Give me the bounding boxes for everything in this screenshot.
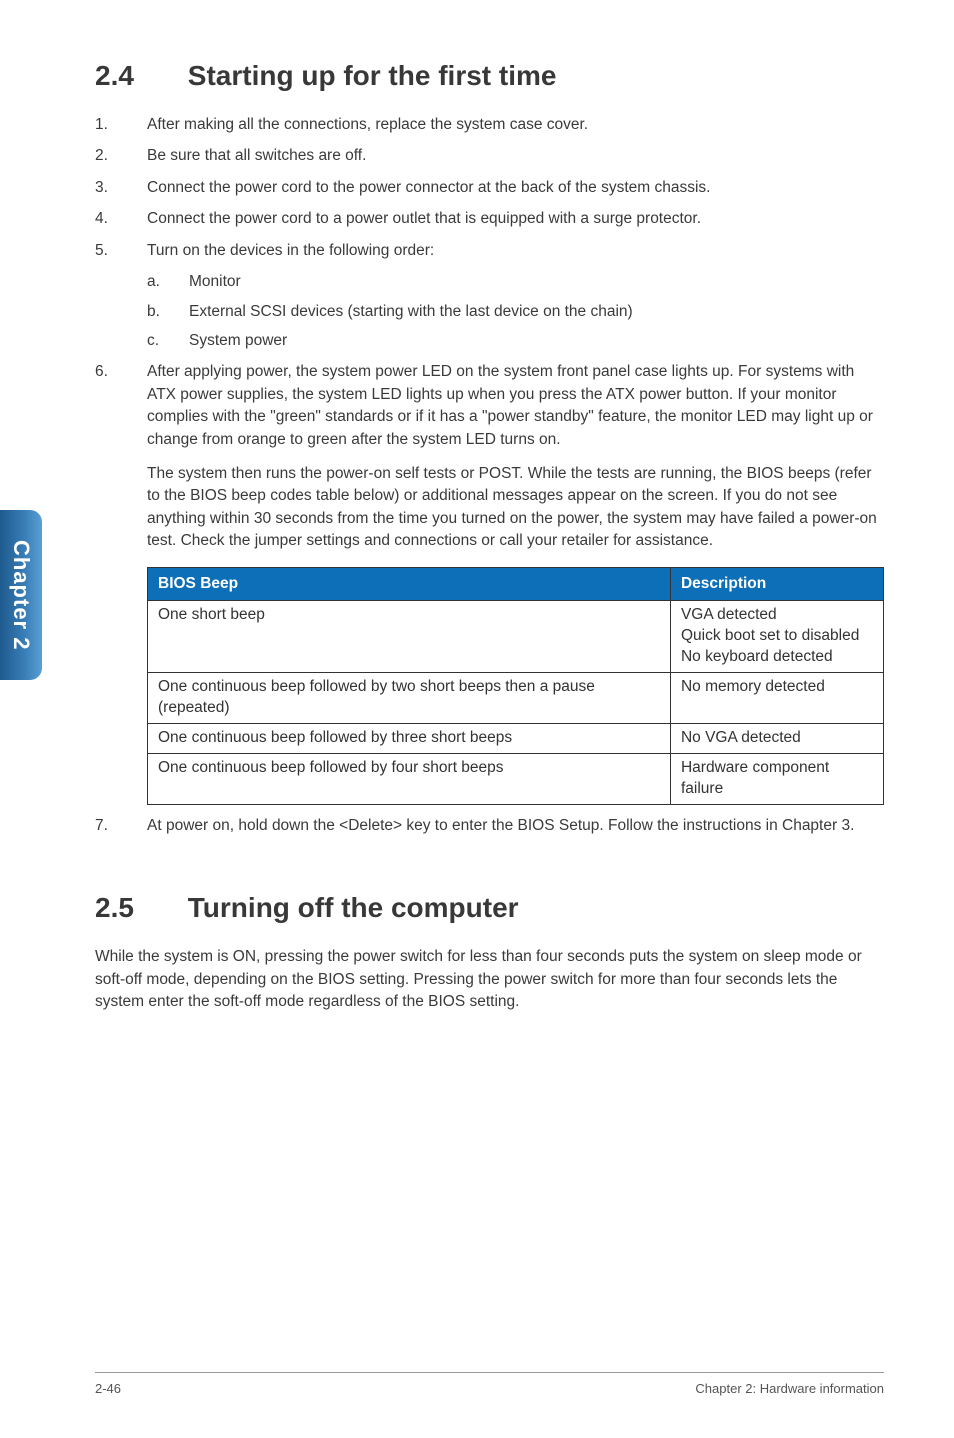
step-text: After making all the connections, replac… bbox=[147, 116, 588, 133]
step-paragraph: The system then runs the power-on self t… bbox=[147, 463, 884, 553]
bios-beep-table: BIOS Beep Description One short beep VGA… bbox=[147, 567, 884, 805]
step-marker: 5. bbox=[95, 240, 108, 262]
table-row: One continuous beep followed by four sho… bbox=[148, 753, 884, 804]
step-item: 7. At power on, hold down the <Delete> k… bbox=[95, 815, 884, 837]
step-text: Turn on the devices in the following ord… bbox=[147, 242, 434, 259]
sub-steps-list: a. Monitor b. External SCSI devices (sta… bbox=[147, 270, 884, 352]
table-cell: VGA detected Quick boot set to disabled … bbox=[670, 601, 883, 673]
table-header: BIOS Beep bbox=[148, 567, 671, 600]
step-marker: 7. bbox=[95, 815, 108, 837]
chapter-side-tab: Chapter 2 bbox=[0, 510, 42, 680]
footer-chapter: Chapter 2: Hardware information bbox=[695, 1381, 884, 1396]
step-marker: 2. bbox=[95, 145, 108, 167]
step-text: Connect the power cord to a power outlet… bbox=[147, 210, 701, 227]
sub-step-item: c. System power bbox=[147, 329, 884, 352]
chapter-side-label: Chapter 2 bbox=[8, 540, 34, 650]
table-row: One continuous beep followed by two shor… bbox=[148, 673, 884, 724]
sub-text: Monitor bbox=[189, 273, 241, 290]
step-marker: 6. bbox=[95, 361, 108, 383]
table-cell: One continuous beep followed by four sho… bbox=[148, 753, 671, 804]
table-cell: Hardware component failure bbox=[670, 753, 883, 804]
table-cell: One continuous beep followed by two shor… bbox=[148, 673, 671, 724]
step-text: Be sure that all switches are off. bbox=[147, 147, 366, 164]
sub-text: System power bbox=[189, 332, 287, 349]
section-body: While the system is ON, pressing the pow… bbox=[95, 946, 884, 1013]
table-cell: No VGA detected bbox=[670, 723, 883, 753]
page-number: 2-46 bbox=[95, 1381, 121, 1396]
sub-step-item: a. Monitor bbox=[147, 270, 884, 293]
step-item: 5. Turn on the devices in the following … bbox=[95, 240, 884, 352]
step-text: Connect the power cord to the power conn… bbox=[147, 179, 710, 196]
table-row: One short beep VGA detected Quick boot s… bbox=[148, 601, 884, 673]
sub-text: External SCSI devices (starting with the… bbox=[189, 303, 633, 320]
page-footer: 2-46 Chapter 2: Hardware information bbox=[95, 1372, 884, 1396]
section-title-text: Turning off the computer bbox=[188, 892, 519, 923]
step-marker: 3. bbox=[95, 177, 108, 199]
step-text: After applying power, the system power L… bbox=[147, 363, 873, 447]
section-number: 2.5 bbox=[95, 892, 180, 924]
step-item: 2. Be sure that all switches are off. bbox=[95, 145, 884, 167]
steps-list-cont: 7. At power on, hold down the <Delete> k… bbox=[95, 815, 884, 837]
sub-step-item: b. External SCSI devices (starting with … bbox=[147, 300, 884, 323]
section-number: 2.4 bbox=[95, 60, 180, 92]
step-item: 1. After making all the connections, rep… bbox=[95, 114, 884, 136]
table-header: Description bbox=[670, 567, 883, 600]
step-marker: 1. bbox=[95, 114, 108, 136]
step-text: At power on, hold down the <Delete> key … bbox=[147, 817, 854, 834]
step-item: 4. Connect the power cord to a power out… bbox=[95, 208, 884, 230]
table-cell: One continuous beep followed by three sh… bbox=[148, 723, 671, 753]
table-cell: No memory detected bbox=[670, 673, 883, 724]
section-heading-2-4: 2.4 Starting up for the first time bbox=[95, 60, 884, 92]
table-row: One continuous beep followed by three sh… bbox=[148, 723, 884, 753]
steps-list: 1. After making all the connections, rep… bbox=[95, 114, 884, 805]
step-item: 6. After applying power, the system powe… bbox=[95, 361, 884, 805]
table-cell: One short beep bbox=[148, 601, 671, 673]
sub-marker: a. bbox=[147, 270, 160, 293]
section-title-text: Starting up for the first time bbox=[188, 60, 557, 91]
step-item: 3. Connect the power cord to the power c… bbox=[95, 177, 884, 199]
step-marker: 4. bbox=[95, 208, 108, 230]
sub-marker: c. bbox=[147, 329, 159, 352]
sub-marker: b. bbox=[147, 300, 160, 323]
section-heading-2-5: 2.5 Turning off the computer bbox=[95, 892, 884, 924]
